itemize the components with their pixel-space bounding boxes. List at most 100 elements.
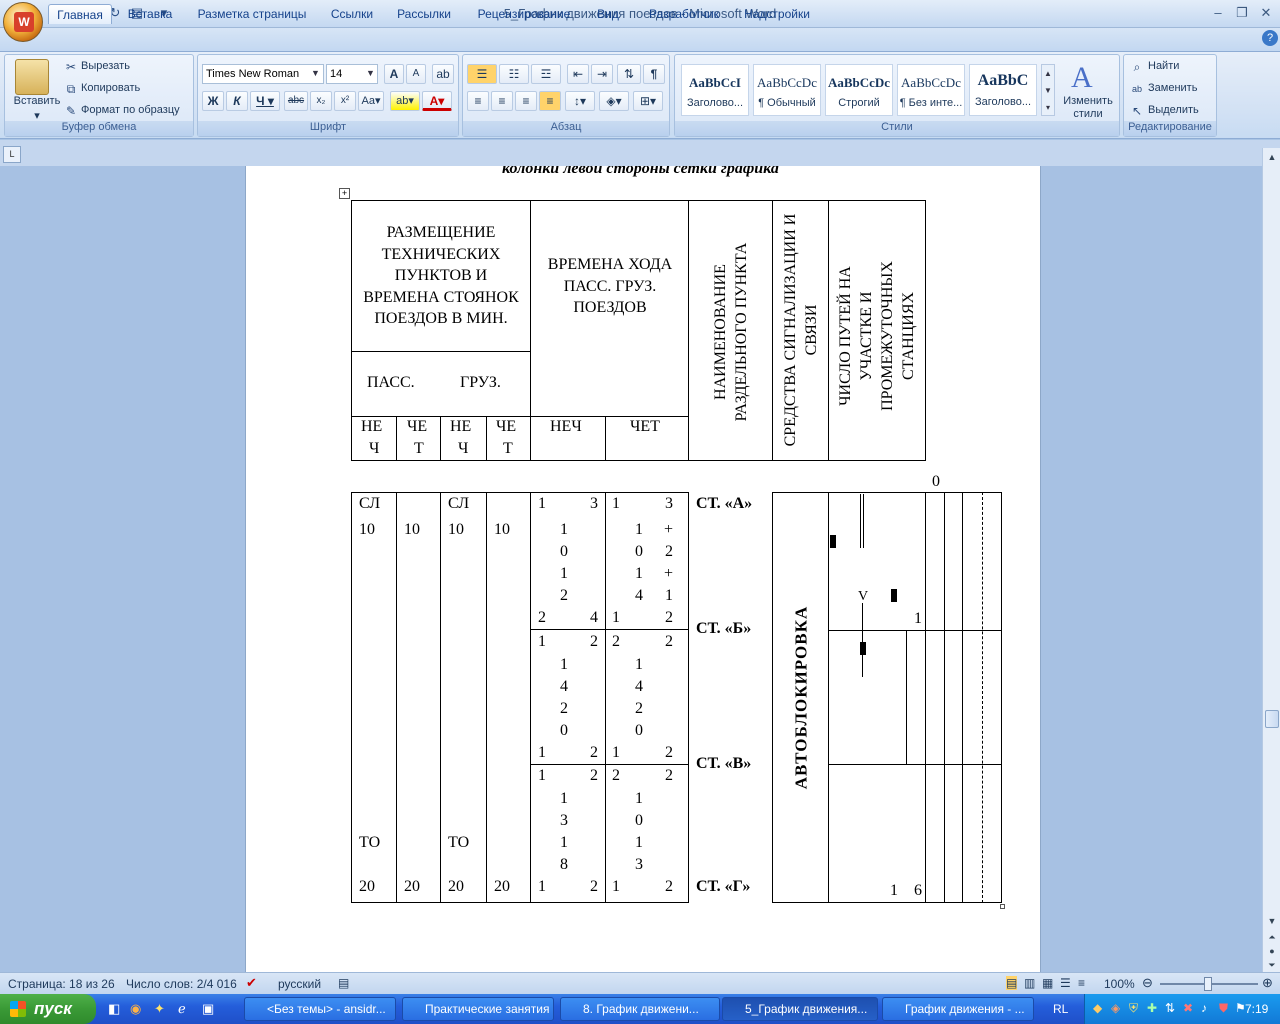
clear-format-icon[interactable]: ab <box>432 64 454 84</box>
quicklaunch-explorer-icon[interactable]: ◧ <box>108 1001 120 1017</box>
italic-icon[interactable]: К <box>226 91 248 111</box>
font-name-dropdown-icon[interactable]: ▼ <box>311 68 320 78</box>
tab-developer[interactable]: Разработчик <box>638 4 730 24</box>
show-marks-icon[interactable]: ¶ <box>643 64 665 84</box>
sort-icon[interactable]: ⇅ <box>617 64 641 84</box>
start-button[interactable]: пуск <box>0 994 96 1024</box>
zoom-level[interactable]: 100% <box>1104 977 1135 991</box>
tab-insert[interactable]: Вставка <box>122 4 178 24</box>
web-layout-icon[interactable]: ▦ <box>1042 976 1053 990</box>
font-color-icon[interactable]: A▾ <box>422 91 452 111</box>
copy-button[interactable]: Копировать <box>81 82 140 94</box>
format-painter-button[interactable]: Формат по образцу <box>81 104 180 116</box>
maximize-button[interactable]: ❐ <box>1230 4 1254 22</box>
quicklaunch-ie-icon[interactable]: ℯ <box>178 1001 186 1017</box>
replace-button[interactable]: Заменить <box>1148 82 1197 94</box>
tray-antivirus-icon[interactable]: ✖ <box>1183 1001 1193 1015</box>
tray-shield-icon[interactable]: ⛨ <box>1129 1001 1138 1016</box>
tray-security-icon[interactable]: ⛊ <box>1219 1001 1228 1016</box>
quicklaunch-firefox-icon[interactable]: ◉ <box>130 1001 141 1017</box>
word-count[interactable]: Число слов: 2/4 016 <box>126 977 237 991</box>
office-button[interactable]: W <box>3 2 43 42</box>
draft-icon[interactable]: ≡ <box>1078 976 1085 990</box>
underline-icon[interactable]: Ч ▾ <box>250 91 280 111</box>
style-heading1[interactable]: AaBbCcI Заголово... <box>681 64 749 116</box>
subscript-icon[interactable]: x₂ <box>310 91 332 111</box>
scroll-thumb[interactable] <box>1265 710 1279 728</box>
page-indicator[interactable]: Страница: 18 из 26 <box>8 977 115 991</box>
tray-icon-1[interactable]: ◆ <box>1093 1001 1102 1015</box>
decrease-indent-icon[interactable]: ⇤ <box>567 64 589 84</box>
change-case-icon[interactable]: Aa▾ <box>358 91 384 111</box>
cut-button[interactable]: Вырезать <box>81 60 130 72</box>
find-button[interactable]: Найти <box>1148 60 1179 72</box>
scroll-up-icon[interactable]: ▲ <box>1265 152 1279 166</box>
bullets-icon[interactable]: ☰ <box>467 64 497 84</box>
superscript-icon[interactable]: x² <box>334 91 356 111</box>
task-firefox[interactable]: <Без темы> - ansidr... <box>244 997 396 1021</box>
justify-icon[interactable]: ≡ <box>539 91 561 111</box>
task-word-graph[interactable]: График движения - ... <box>882 997 1034 1021</box>
change-styles-button[interactable]: Изменить стили <box>1059 95 1117 121</box>
language-indicator[interactable]: русский <box>278 977 321 991</box>
align-center-icon[interactable]: ≡ <box>491 91 513 111</box>
numbering-icon[interactable]: ☷ <box>499 64 529 84</box>
help-icon[interactable]: ? <box>1262 30 1278 46</box>
tab-page-layout[interactable]: Разметка страницы <box>190 4 314 24</box>
tab-selector[interactable]: L <box>3 146 21 163</box>
tray-language[interactable]: RL <box>1053 1002 1068 1016</box>
table-move-handle-icon[interactable]: + <box>339 188 350 199</box>
tab-mailings[interactable]: Рассылки <box>392 4 456 24</box>
minimize-button[interactable]: ‒ <box>1206 4 1230 22</box>
fullscreen-read-icon[interactable]: ▥ <box>1024 976 1035 990</box>
tab-view[interactable]: Вид <box>590 4 626 24</box>
align-right-icon[interactable]: ≡ <box>515 91 537 111</box>
shading-icon[interactable]: ◈▾ <box>599 91 629 111</box>
highlight-icon[interactable]: ab▾ <box>390 91 420 111</box>
zoom-thumb[interactable] <box>1204 977 1212 991</box>
document-page[interactable]: колонки левой стороны сетки графика + РА… <box>245 166 1041 972</box>
vertical-scrollbar[interactable]: ▲ ▼ ⏶ ● ⏷ <box>1262 148 1280 972</box>
paste-button[interactable]: Вставить <box>9 95 65 107</box>
table-resize-handle[interactable] <box>1000 904 1005 909</box>
select-button[interactable]: Выделить <box>1148 104 1199 116</box>
scroll-down-icon[interactable]: ▼ <box>1265 916 1279 928</box>
task-word-8[interactable]: 8. График движени... <box>560 997 720 1021</box>
macro-record-icon[interactable]: ▤ <box>338 976 349 990</box>
tray-network-icon[interactable]: ⇅ <box>1165 1001 1175 1015</box>
increase-indent-icon[interactable]: ⇥ <box>591 64 613 84</box>
bold-icon[interactable]: Ж <box>202 91 224 111</box>
style-heading2[interactable]: AaBbC Заголово... <box>969 64 1037 116</box>
style-normal[interactable]: AaBbCcDc ¶ Обычный <box>753 64 821 116</box>
multilevel-list-icon[interactable]: ☲ <box>531 64 561 84</box>
print-layout-icon[interactable]: ▤ <box>1006 976 1018 990</box>
spelling-icon[interactable]: ✔ <box>246 975 257 991</box>
prev-page-icon[interactable]: ⏶ <box>1265 932 1279 944</box>
close-button[interactable]: ✕ <box>1254 4 1278 22</box>
tab-home[interactable]: Главная <box>48 4 112 24</box>
task-word-5[interactable]: 5_График движения... <box>722 997 878 1021</box>
tray-icon-3[interactable]: ✚ <box>1147 1001 1157 1015</box>
align-left-icon[interactable]: ≡ <box>467 91 489 111</box>
tray-volume-icon[interactable]: ♪ <box>1201 1001 1207 1015</box>
font-size-dropdown-icon[interactable]: ▼ <box>366 68 375 78</box>
clock[interactable]: 7:19 <box>1245 1002 1268 1016</box>
tab-review[interactable]: Рецензирование <box>470 4 578 24</box>
grow-font-icon[interactable]: A <box>384 64 404 84</box>
browse-object-icon[interactable]: ● <box>1265 946 1279 958</box>
style-strong[interactable]: AaBbCcDc Строгий <box>825 64 893 116</box>
quicklaunch-tool-icon[interactable]: ✦ <box>154 1001 165 1017</box>
paste-icon[interactable] <box>15 59 49 95</box>
shrink-font-icon[interactable]: A <box>406 64 426 84</box>
next-page-icon[interactable]: ⏷ <box>1265 960 1279 972</box>
tray-icon-2[interactable]: ◈ <box>1111 1001 1120 1015</box>
tab-addins[interactable]: Надстройки <box>740 4 814 24</box>
styles-scroll[interactable]: ▲ ▼ ▾ <box>1041 64 1055 116</box>
zoom-out-icon[interactable]: ⊖ <box>1142 975 1153 991</box>
font-name-field[interactable]: Times New Roman <box>202 64 324 84</box>
strikethrough-icon[interactable]: abc <box>284 91 308 111</box>
borders-icon[interactable]: ⊞▾ <box>633 91 663 111</box>
outline-icon[interactable]: ☰ <box>1060 976 1071 990</box>
style-no-spacing[interactable]: AaBbCcDc ¶ Без инте... <box>897 64 965 116</box>
task-folder[interactable]: Практические занятия <box>402 997 554 1021</box>
